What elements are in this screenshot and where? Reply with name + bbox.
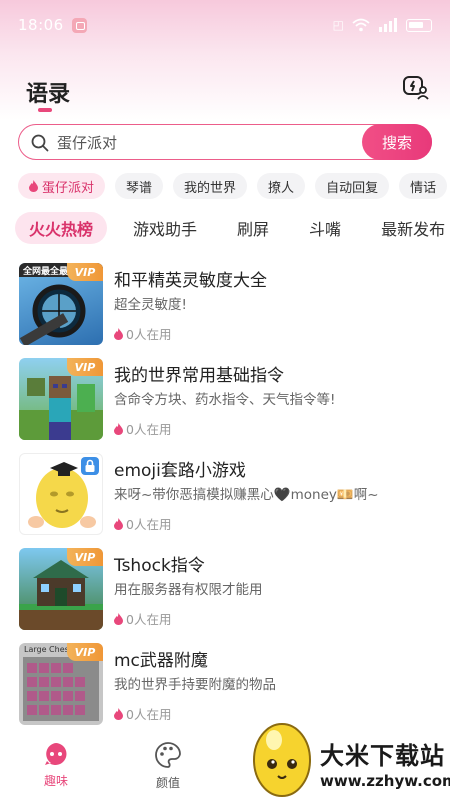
item-usage: 0人在用 (114, 514, 171, 533)
wifi-icon (352, 18, 370, 32)
watermark-url: www.zzhyw.com (320, 772, 450, 790)
chip-piano-score[interactable]: 琴谱 (115, 173, 164, 199)
item-desc: 用在服务器有权限才能用 (114, 582, 263, 598)
flame-icon (114, 517, 123, 530)
watermark-title: 大米下载站 (320, 742, 445, 770)
flame-icon (114, 327, 123, 340)
flame-icon (114, 707, 123, 720)
flame-icon (114, 612, 123, 625)
hot-keyword-chips: 蛋仔派对 琴谱 我的世界 撩人 自动回复 情话 (18, 173, 450, 199)
signal-icon (379, 18, 397, 32)
item-desc: 超全灵敏度! (114, 297, 187, 313)
tab-latest[interactable]: 最新发布 (367, 212, 450, 244)
item-usage: 0人在用 (114, 324, 171, 343)
chip-egg-party[interactable]: 蛋仔派对 (18, 173, 106, 199)
item-desc: 来呀~带你恶搞模拟赚黑心🖤money💴啊~ (114, 487, 379, 503)
list-item[interactable]: VIP 我的世界常用基础指令 含命令方块、药水指令、天气指令等! 0人在用 (0, 353, 450, 448)
header: 语录 (0, 68, 450, 114)
search-button[interactable]: 搜索 (362, 124, 432, 160)
nav-label: 趣味 (43, 774, 68, 788)
status-icons: ◰ (333, 18, 432, 32)
search-input[interactable] (57, 125, 357, 159)
item-title: emoji套路小游戏 (114, 461, 246, 481)
palette-icon (155, 742, 181, 768)
list-item[interactable]: emoji套路小游戏 来呀~带你恶搞模拟赚黑心🖤money💴啊~ 0人在用 (0, 448, 450, 543)
item-usage: 0人在用 (114, 704, 171, 723)
vip-badge: VIP (67, 548, 103, 566)
battery-icon (406, 18, 432, 32)
lock-icon (81, 457, 99, 475)
flame-icon (114, 422, 123, 435)
chip-flirt[interactable]: 撩人 (257, 173, 306, 199)
status-bar: 18:06 ◰ (0, 0, 450, 50)
flame-icon (29, 180, 38, 192)
search-icon (31, 134, 49, 152)
chip-love-words[interactable]: 情话 (399, 173, 448, 199)
item-thumbnail: 全网最全最 VIP (19, 263, 103, 345)
item-thumbnail: VIP (19, 358, 103, 440)
usage-count: 0人在用 (126, 707, 172, 722)
nfc-icon: ◰ (332, 18, 344, 32)
nav-label: 颜值 (155, 776, 180, 790)
tab-banter[interactable]: 斗嘴 (295, 212, 355, 244)
item-desc: 我的世界手持要附魔的物品 (114, 677, 276, 693)
list-item[interactable]: 全网最全最 VIP 和平精英灵敏度大全 超全灵敏度! 0人在用 (0, 258, 450, 353)
item-title: 和平精英灵敏度大全 (114, 271, 267, 291)
title-underline (38, 108, 52, 112)
content-list: 全网最全最 VIP 和平精英灵敏度大全 超全灵敏度! 0人在用 VIP 我的世界… (0, 258, 450, 733)
app-notification-icon (71, 17, 87, 33)
vip-badge: VIP (67, 643, 103, 661)
status-time: 18:06 (18, 16, 64, 34)
usage-count: 0人在用 (126, 327, 172, 342)
item-title: mc武器附魔 (114, 651, 208, 671)
watermark: 大米下载站 www.zzhyw.com (238, 714, 450, 800)
tab-game-assistant[interactable]: 游戏助手 (119, 212, 211, 244)
search-bar: 搜索 (18, 124, 432, 160)
item-thumbnail: VIP (19, 548, 103, 630)
item-title: Tshock指令 (114, 556, 205, 576)
nav-fun[interactable]: 趣味 (26, 741, 86, 789)
chip-auto-reply[interactable]: 自动回复 (315, 173, 390, 199)
category-tabs: 火火热榜 游戏助手 刷屏 斗嘴 最新发布 (15, 212, 450, 244)
thumb-caption: 全网最全最 (23, 267, 69, 277)
page-title: 语录 (26, 82, 71, 107)
chip-label: 蛋仔派对 (42, 180, 95, 196)
tab-spam[interactable]: 刷屏 (223, 212, 283, 244)
vip-badge: VIP (67, 358, 103, 376)
thumb-caption: Large Chest (24, 645, 72, 654)
item-thumbnail: Large Chest VIP (19, 643, 103, 725)
account-switch-icon[interactable] (400, 72, 430, 102)
chat-bubble-icon (45, 743, 67, 765)
item-title: 我的世界常用基础指令 (114, 366, 284, 386)
nav-looks[interactable]: 颜值 (138, 741, 198, 791)
item-usage: 0人在用 (114, 609, 171, 628)
vip-badge: VIP (67, 263, 103, 281)
tab-hot-ranking[interactable]: 火火热榜 (15, 212, 108, 244)
item-usage: 0人在用 (114, 419, 171, 438)
usage-count: 0人在用 (126, 422, 172, 437)
usage-count: 0人在用 (126, 612, 172, 627)
list-item[interactable]: VIP Tshock指令 用在服务器有权限才能用 0人在用 (0, 543, 450, 638)
item-desc: 含命令方块、药水指令、天气指令等! (114, 392, 336, 408)
egg-mascot-icon (253, 723, 311, 797)
usage-count: 0人在用 (126, 517, 172, 532)
item-thumbnail (19, 453, 103, 535)
chip-minecraft[interactable]: 我的世界 (173, 173, 248, 199)
